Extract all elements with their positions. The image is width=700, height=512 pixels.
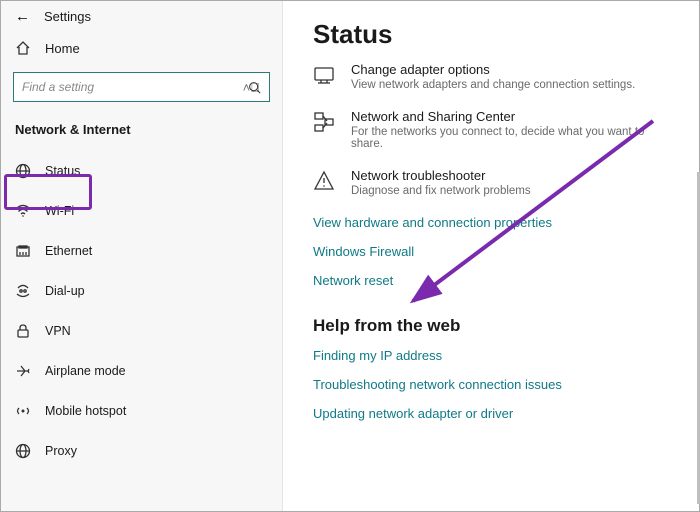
help-link-ip[interactable]: Finding my IP address — [313, 348, 673, 363]
dialup-icon — [15, 283, 31, 299]
sidebar-item-ethernet[interactable]: Ethernet — [1, 231, 282, 271]
option-desc: Diagnose and fix network problems — [351, 185, 531, 197]
hotspot-icon — [15, 403, 31, 419]
home-label: Home — [45, 41, 80, 56]
nav-label: VPN — [45, 324, 71, 338]
vpn-icon — [15, 323, 31, 339]
home-icon — [15, 40, 31, 56]
sharing-icon — [313, 109, 335, 136]
option-title: Network troubleshooter — [351, 168, 531, 183]
airplane-icon — [15, 363, 31, 379]
globe-icon — [15, 163, 31, 179]
page-title: Status — [313, 19, 673, 50]
sidebar-item-vpn[interactable]: VPN — [1, 311, 282, 351]
sidebar-item-proxy[interactable]: Proxy — [1, 431, 282, 471]
nav-label: Dial-up — [45, 284, 85, 298]
sidebar-item-hotspot[interactable]: Mobile hotspot — [1, 391, 282, 431]
nav-label: Status — [45, 164, 80, 178]
sidebar-item-dialup[interactable]: Dial-up — [1, 271, 282, 311]
help-link-update[interactable]: Updating network adapter or driver — [313, 406, 673, 421]
nav-label: Mobile hotspot — [45, 404, 126, 418]
section-header: Network & Internet — [1, 116, 282, 151]
main-content: Status Change adapter options View netwo… — [283, 1, 699, 511]
search-icon — [248, 81, 261, 94]
ethernet-icon — [15, 243, 31, 259]
nav-label: Wi-Fi — [45, 204, 74, 218]
link-hardware-props[interactable]: View hardware and connection properties — [313, 215, 673, 230]
option-desc: For the networks you connect to, decide … — [351, 126, 673, 150]
option-adapter[interactable]: Change adapter options View network adap… — [313, 62, 673, 91]
link-network-reset[interactable]: Network reset — [313, 273, 673, 288]
proxy-icon — [15, 443, 31, 459]
search-input[interactable]: ˄⃢ — [13, 72, 270, 102]
sidebar: ← Settings Home ˄⃢ Network & Internet St… — [1, 1, 283, 511]
sidebar-item-home[interactable]: Home — [1, 32, 282, 64]
sidebar-item-status[interactable]: Status — [1, 151, 282, 191]
nav-label: Airplane mode — [45, 364, 126, 378]
help-header: Help from the web — [313, 316, 673, 336]
nav-list: Status Wi-Fi Ethernet Dial-up VPN Airpla… — [1, 151, 282, 471]
back-button[interactable]: ← — [15, 9, 30, 24]
option-title: Change adapter options — [351, 62, 635, 77]
help-link-troubleshoot[interactable]: Troubleshooting network connection issue… — [313, 377, 673, 392]
option-troubleshooter[interactable]: Network troubleshooter Diagnose and fix … — [313, 168, 673, 197]
sidebar-item-wifi[interactable]: Wi-Fi — [1, 191, 282, 231]
nav-label: Ethernet — [45, 244, 92, 258]
warning-icon — [313, 168, 335, 195]
option-desc: View network adapters and change connect… — [351, 79, 635, 91]
link-firewall[interactable]: Windows Firewall — [313, 244, 673, 259]
search-field[interactable] — [22, 80, 243, 94]
option-sharing[interactable]: Network and Sharing Center For the netwo… — [313, 109, 673, 150]
wifi-icon — [15, 203, 31, 219]
app-title: Settings — [44, 9, 91, 24]
nav-label: Proxy — [45, 444, 77, 458]
adapter-icon — [313, 62, 335, 89]
option-title: Network and Sharing Center — [351, 109, 673, 124]
sidebar-item-airplane[interactable]: Airplane mode — [1, 351, 282, 391]
